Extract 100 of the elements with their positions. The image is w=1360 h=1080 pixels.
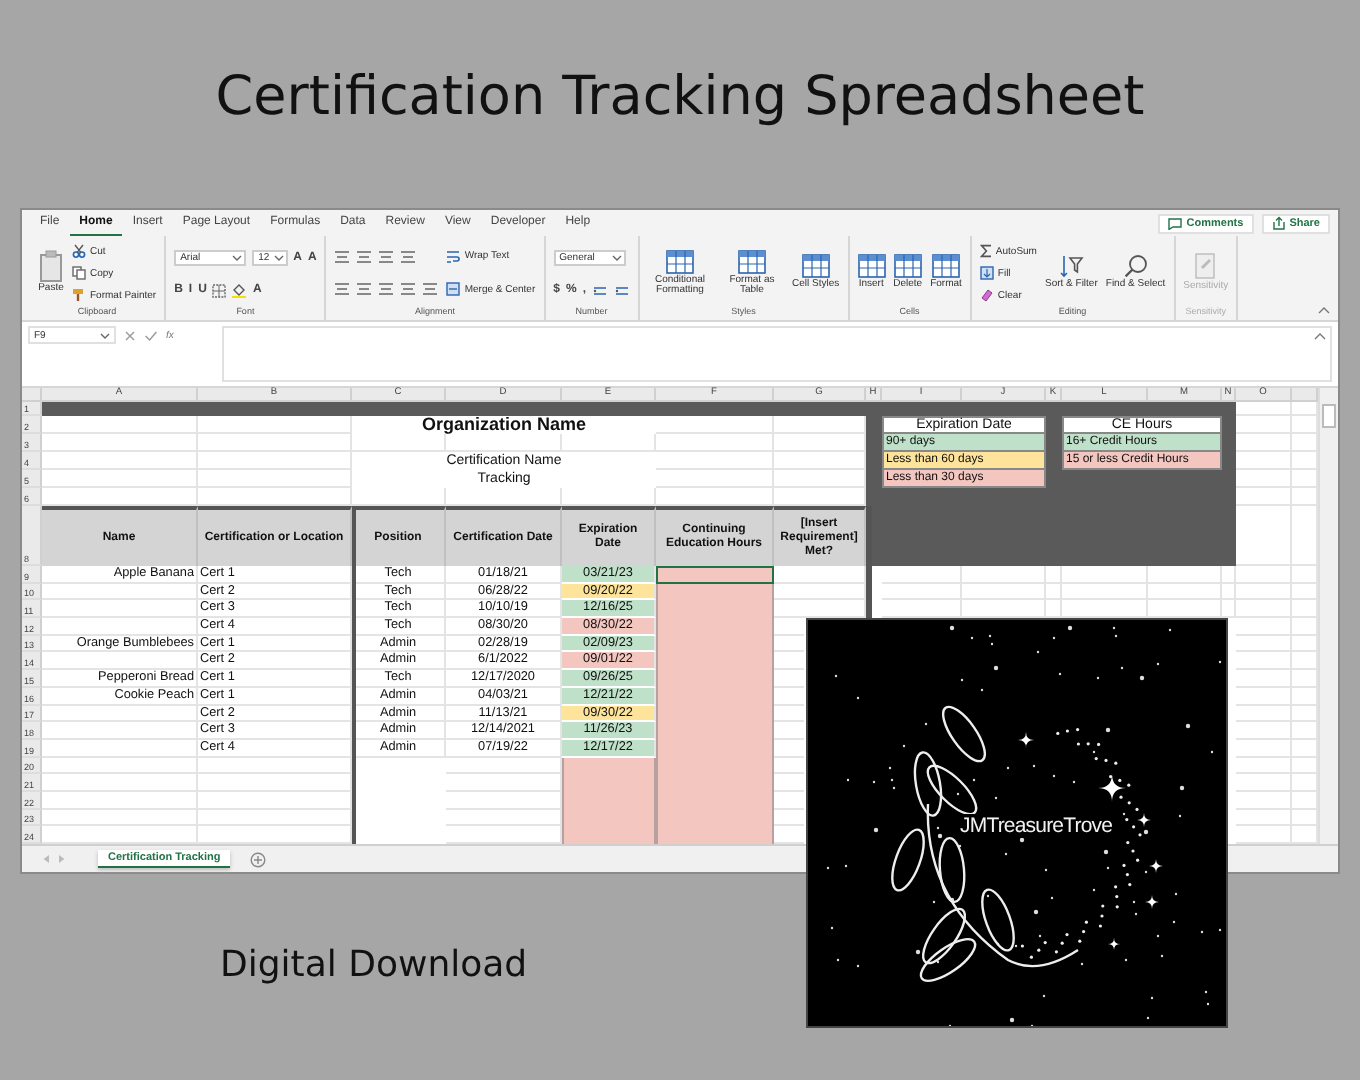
grid-cell[interactable]: [774, 583, 866, 601]
align-icon[interactable]: [400, 282, 417, 297]
grid-cell[interactable]: [774, 434, 866, 452]
grid-cell[interactable]: [1236, 757, 1292, 775]
grid-cell[interactable]: [1236, 791, 1292, 810]
grid-cell[interactable]: [198, 809, 352, 827]
grid-cell[interactable]: [446, 488, 562, 506]
grid-cell[interactable]: [42, 488, 198, 506]
grid-cell[interactable]: [42, 739, 198, 758]
grid-cell[interactable]: [198, 488, 352, 506]
grid-cell[interactable]: [1236, 705, 1292, 723]
grid-cell[interactable]: [1236, 402, 1292, 416]
grid-cell[interactable]: [1236, 488, 1292, 506]
grid-cell[interactable]: [42, 652, 198, 671]
grid-cell[interactable]: [198, 452, 352, 470]
grid-cell[interactable]: [1236, 809, 1292, 827]
grid-cell[interactable]: [1046, 566, 1062, 584]
grid-cell[interactable]: [42, 452, 198, 470]
grid-cell[interactable]: [1062, 566, 1148, 584]
grid-cell[interactable]: [42, 583, 198, 601]
grid-cell[interactable]: [42, 470, 198, 488]
grid-cell[interactable]: [656, 470, 774, 488]
left-arrow-icon[interactable]: [42, 854, 50, 864]
grid-cell[interactable]: [42, 600, 198, 619]
grid-cell[interactable]: [352, 488, 446, 506]
grid-cell[interactable]: [42, 722, 198, 740]
add-sheet-icon[interactable]: [250, 851, 267, 867]
collapse-icon[interactable]: [1314, 332, 1326, 340]
grid-cell[interactable]: [198, 434, 352, 452]
grid-cell[interactable]: [446, 774, 562, 792]
grid-cell[interactable]: [774, 470, 866, 488]
grid-cell[interactable]: [774, 488, 866, 506]
align-icon[interactable]: [400, 249, 417, 264]
grid-cell[interactable]: [1148, 583, 1222, 601]
align-icon[interactable]: [356, 249, 373, 264]
grid-cell[interactable]: [1236, 506, 1292, 566]
decimal-icon[interactable]: [591, 283, 608, 297]
grid-cell[interactable]: [198, 757, 352, 775]
grid-cell[interactable]: [962, 566, 1046, 584]
grid-cell[interactable]: [962, 583, 1046, 601]
align-icon[interactable]: [378, 249, 395, 264]
grid-cell[interactable]: [1236, 583, 1292, 601]
grid-cell[interactable]: [1236, 652, 1292, 671]
grid-cell[interactable]: [774, 452, 866, 470]
grid-cell[interactable]: [1236, 670, 1292, 688]
grid-cell[interactable]: [656, 416, 774, 434]
grid-cell[interactable]: [562, 488, 656, 506]
grid-cell[interactable]: [42, 705, 198, 723]
align-icon[interactable]: [422, 282, 439, 297]
grid-cell[interactable]: [198, 416, 352, 434]
grid-cell[interactable]: [656, 488, 774, 506]
grid-cell[interactable]: [1236, 774, 1292, 792]
grid-cell[interactable]: [198, 791, 352, 810]
formula-field[interactable]: [222, 326, 1332, 382]
grid-cell[interactable]: [42, 618, 198, 636]
grid-cell[interactable]: [42, 791, 198, 810]
grid-cell[interactable]: [1236, 566, 1292, 584]
grid-cell[interactable]: [562, 434, 656, 452]
check-icon[interactable]: [144, 329, 158, 341]
grid-cell[interactable]: [42, 416, 198, 434]
grid-cell[interactable]: [1236, 739, 1292, 758]
grid-cell[interactable]: [774, 566, 866, 584]
collapse-icon[interactable]: [1318, 306, 1330, 314]
paint-bucket-icon[interactable]: [232, 283, 247, 297]
grid-cell[interactable]: [882, 583, 962, 601]
align-icon[interactable]: [356, 282, 373, 297]
align-icon[interactable]: [334, 282, 351, 297]
grid-cell[interactable]: [774, 416, 866, 434]
grid-cell[interactable]: [446, 434, 562, 452]
grid-cell[interactable]: [446, 757, 562, 775]
grid-cell[interactable]: [882, 566, 962, 584]
grid-cell[interactable]: [1236, 452, 1292, 470]
grid-cell[interactable]: [656, 434, 774, 452]
border-icon[interactable]: [212, 283, 227, 297]
grid-cell[interactable]: [352, 434, 446, 452]
right-arrow-icon[interactable]: [58, 854, 66, 864]
grid-cell[interactable]: [1236, 416, 1292, 434]
grid-cell[interactable]: [42, 434, 198, 452]
grid-cell[interactable]: [1236, 434, 1292, 452]
close-icon[interactable]: [124, 329, 136, 341]
grid-cell[interactable]: [198, 774, 352, 792]
grid-cell[interactable]: [42, 809, 198, 827]
grid-cell[interactable]: [42, 757, 198, 775]
grid-cell[interactable]: [1148, 566, 1222, 584]
scrollbar[interactable]: [1318, 388, 1338, 844]
grid-cell[interactable]: [1236, 470, 1292, 488]
grid-cell[interactable]: [1222, 583, 1236, 601]
select-all-button[interactable]: [22, 388, 42, 402]
align-icon[interactable]: [378, 282, 395, 297]
grid-cell[interactable]: [1236, 600, 1292, 619]
grid-cell[interactable]: [1222, 566, 1236, 584]
grid-cell[interactable]: [656, 452, 774, 470]
grid-cell[interactable]: [1236, 635, 1292, 653]
grid-cell[interactable]: [198, 470, 352, 488]
grid-cell[interactable]: [1236, 618, 1292, 636]
align-icon[interactable]: [334, 249, 351, 264]
decimal-icon[interactable]: [613, 283, 630, 297]
grid-cell[interactable]: [1062, 583, 1148, 601]
grid-cell[interactable]: [446, 791, 562, 810]
grid-cell[interactable]: [1046, 583, 1062, 601]
